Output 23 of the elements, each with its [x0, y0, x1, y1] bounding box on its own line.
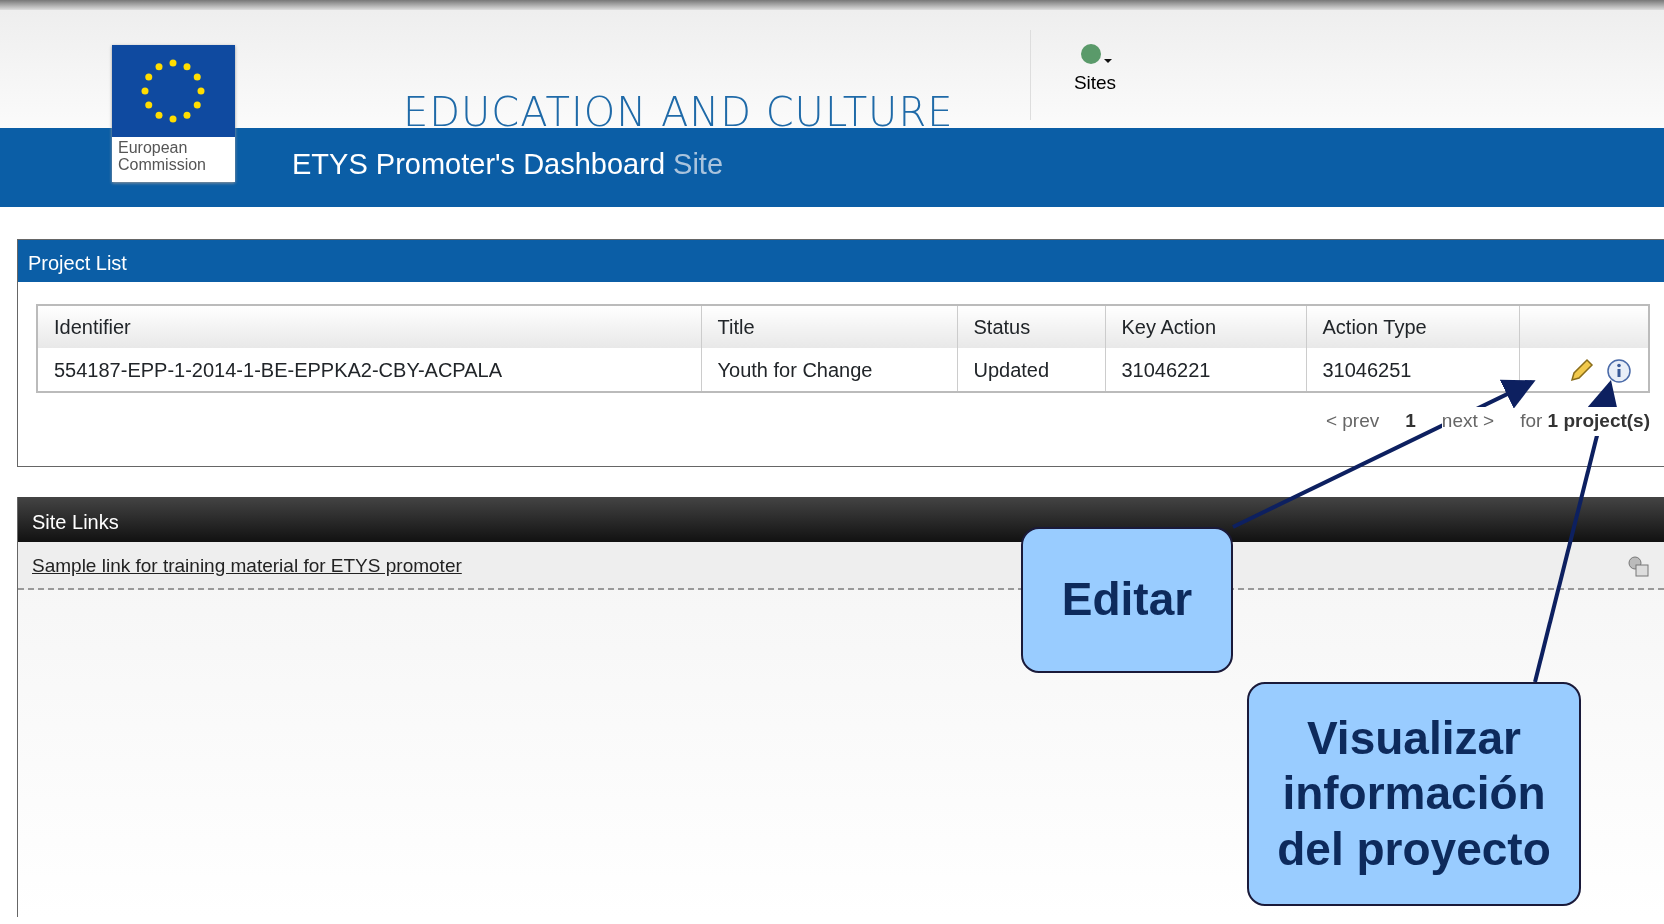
table-cell: 554187-EPP-1-2014-1-BE-EPPKA2-CBY-ACPALA	[37, 348, 701, 392]
department-title: EDUCATION AND CULTURE	[403, 88, 954, 137]
link-settings-icon[interactable]	[1626, 553, 1650, 578]
panel-header: Project List	[18, 240, 1664, 282]
callout-label: Editar	[1021, 527, 1233, 673]
globe-icon	[1078, 43, 1112, 67]
column-header: Identifier	[37, 305, 701, 348]
column-header: Status	[957, 305, 1105, 348]
panel-header: Site Links	[18, 496, 1664, 542]
callout-label: Visualizar información del proyecto	[1247, 682, 1581, 906]
column-header: Title	[701, 305, 957, 348]
pagination-summary: for 1 project(s)	[1520, 407, 1650, 436]
column-header: Action Type	[1306, 305, 1519, 348]
table-cell: Updated	[957, 348, 1105, 392]
table-cell: 31046221	[1105, 348, 1306, 392]
column-header: Key Action	[1105, 305, 1306, 348]
logo-text: European Commission	[117, 138, 207, 175]
sites-menu[interactable]: Sites	[1070, 40, 1120, 97]
table-cell: Youth for Change	[701, 348, 957, 392]
site-link[interactable]: Sample link for training material for ETYS promoter	[32, 551, 462, 580]
site-title: ETYS Promoter's Dashboard Site	[292, 147, 724, 182]
info-icon[interactable]	[1606, 358, 1632, 385]
table-cell: 31046251	[1306, 348, 1519, 392]
